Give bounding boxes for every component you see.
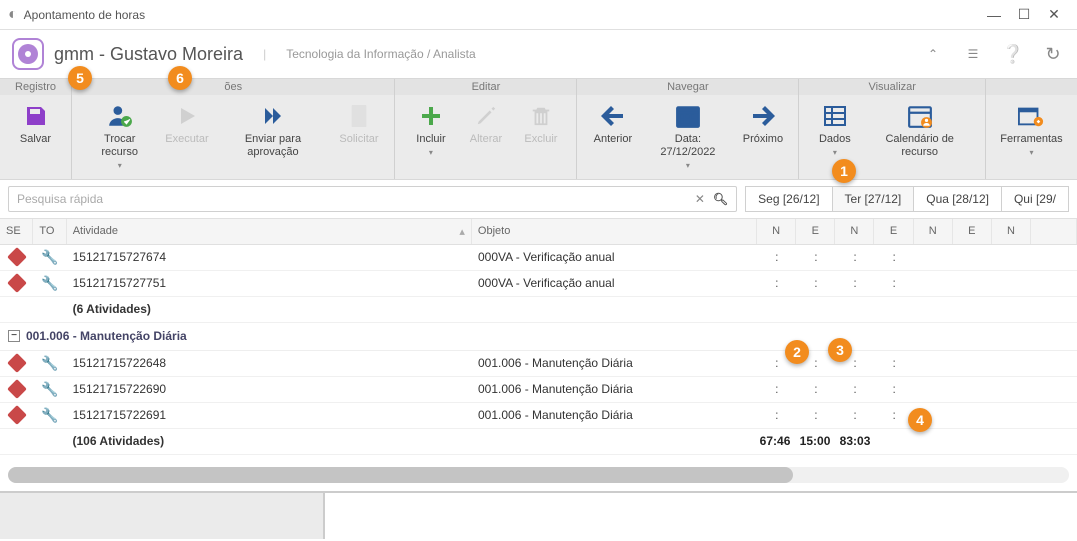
data-button[interactable]: Dados ▾ [807,99,862,163]
previous-button[interactable]: Anterior [585,99,640,175]
search-input[interactable]: Pesquisa rápida ✕ 🔍︎ [8,186,737,212]
col-se[interactable]: SE [0,219,33,244]
col-to[interactable]: TO [33,219,66,244]
table-row[interactable]: 🔧 15121715727674 000VA - Verificação anu… [0,245,1077,271]
bottom-panel [0,491,1077,539]
horizontal-scrollbar[interactable] [8,467,1069,483]
col-atividade[interactable]: Atividade▴ [67,219,472,244]
collapse-icon[interactable]: ⌃ [921,42,945,66]
change-resource-button[interactable]: Trocar recurso ▾ [80,99,159,175]
group-acoes-label: ões [72,79,395,95]
execute-button[interactable]: Executar [159,99,214,175]
table-row[interactable]: 🔧 15121715727751 000VA - Verificação anu… [0,271,1077,297]
minimize-button[interactable]: — [979,3,1009,27]
resource-calendar-button[interactable]: Calendário de recurso [862,99,977,163]
chevron-down-icon: ▾ [833,148,837,158]
window-title: Apontamento de horas [24,8,979,22]
day-tab-thu[interactable]: Qui [29/ [1002,186,1069,212]
search-placeholder: Pesquisa rápida [17,192,103,206]
total-seg-n: 67:46 [755,429,795,454]
help-icon[interactable]: ❔ [1001,42,1025,66]
group-header[interactable]: − 001.006 - Manutenção Diária [0,323,1077,351]
save-button[interactable]: Salvar [8,99,63,150]
grid-header: SE TO Atividade▴ Objeto N E N E N E N [0,219,1077,245]
col-seg-n[interactable]: N [757,219,796,244]
sort-asc-icon: ▴ [459,225,465,238]
ribbon: Registro Salvar ões Trocar recurso ▾ Exe [0,78,1077,180]
status-icon [7,248,27,268]
day-tab-wed[interactable]: Qua [28/12] [914,186,1002,212]
wrench-icon: 🔧 [41,249,58,266]
group-editar-label: Editar [395,79,576,95]
col-seg-e[interactable]: E [796,219,835,244]
tools-button[interactable]: Ferramentas ▾ [994,99,1069,162]
table-row[interactable]: 🔧 15121715722648 001.006 - Manutenção Di… [0,351,1077,377]
col-qui-n[interactable]: N [992,219,1031,244]
app-glyph-icon: ◐ [8,6,18,24]
status-icon [7,380,27,400]
total-seg-e: 15:00 [795,429,835,454]
chevron-down-icon: ▾ [686,161,690,171]
day-tab-tue[interactable]: Ter [27/12] [833,186,915,212]
app-icon [12,38,44,70]
group-visualizar-label: Visualizar [799,79,985,95]
col-ter-n[interactable]: N [835,219,874,244]
status-icon [7,274,27,294]
day-tabs: Seg [26/12] Ter [27/12] Qua [28/12] Qui … [745,186,1069,212]
chevron-down-icon: ▾ [1029,148,1033,158]
table-row[interactable]: 🔧 15121715722691 001.006 - Manutenção Di… [0,403,1077,429]
next-button[interactable]: Próximo [735,99,790,175]
user-role: Tecnologia da Informação / Analista [286,47,475,61]
clear-search-button[interactable]: ✕ [691,192,709,206]
col-ter-e[interactable]: E [874,219,913,244]
wrench-icon: 🔧 [41,275,58,292]
collapse-group-icon[interactable]: − [8,330,20,342]
request-button[interactable]: Solicitar [331,99,386,175]
object-cell: 000VA - Verificação anual [472,245,757,270]
wrench-icon: 🔧 [41,355,58,372]
title-bar: ◐ Apontamento de horas — ☐ ✕ [0,0,1077,30]
group-registro-label: Registro [0,79,71,95]
user-prefix: gmm [54,44,94,64]
wrench-icon: 🔧 [41,407,58,424]
day-tab-mon[interactable]: Seg [26/12] [745,186,832,212]
user-name: Gustavo Moreira [110,44,243,64]
search-icon[interactable]: 🔍︎ [713,192,728,206]
status-icon [7,406,27,426]
bottom-panel-right [325,493,1077,539]
col-qua-n[interactable]: N [914,219,953,244]
scrollbar-thumb[interactable] [8,467,793,483]
close-button[interactable]: ✕ [1039,3,1069,27]
status-icon [7,354,27,374]
totals-row: (106 Atividades) 67:46 15:00 83:03 [0,429,1077,455]
chevron-down-icon: ▾ [429,148,433,158]
group-navegar-label: Navegar [577,79,798,95]
grid-body: 🔧 15121715727674 000VA - Verificação anu… [0,245,1077,455]
send-approval-button[interactable]: Enviar para aprovação [214,99,331,175]
table-row[interactable]: 🔧 15121715722690 001.006 - Manutenção Di… [0,377,1077,403]
col-qua-e[interactable]: E [953,219,992,244]
total-ter-n: 83:03 [835,429,875,454]
page-header: gmm - Gustavo Moreira | Tecnologia da In… [0,30,1077,78]
maximize-button[interactable]: ☐ [1009,3,1039,27]
wrench-icon: 🔧 [41,381,58,398]
group-summary-row: (6 Atividades) [0,297,1077,323]
chevron-down-icon: ▾ [118,161,122,171]
delete-button[interactable]: Excluir [513,99,568,162]
edit-button[interactable]: Alterar [458,99,513,162]
refresh-icon[interactable]: ↻ [1041,42,1065,66]
list-icon[interactable]: ☰ [961,42,985,66]
activity-cell: 15121715727674 [67,245,472,270]
col-objeto[interactable]: Objeto [472,219,757,244]
date-button[interactable]: Data: 27/12/2022 ▾ [640,99,735,175]
bottom-panel-left [0,493,325,539]
include-button[interactable]: Incluir ▾ [403,99,458,162]
